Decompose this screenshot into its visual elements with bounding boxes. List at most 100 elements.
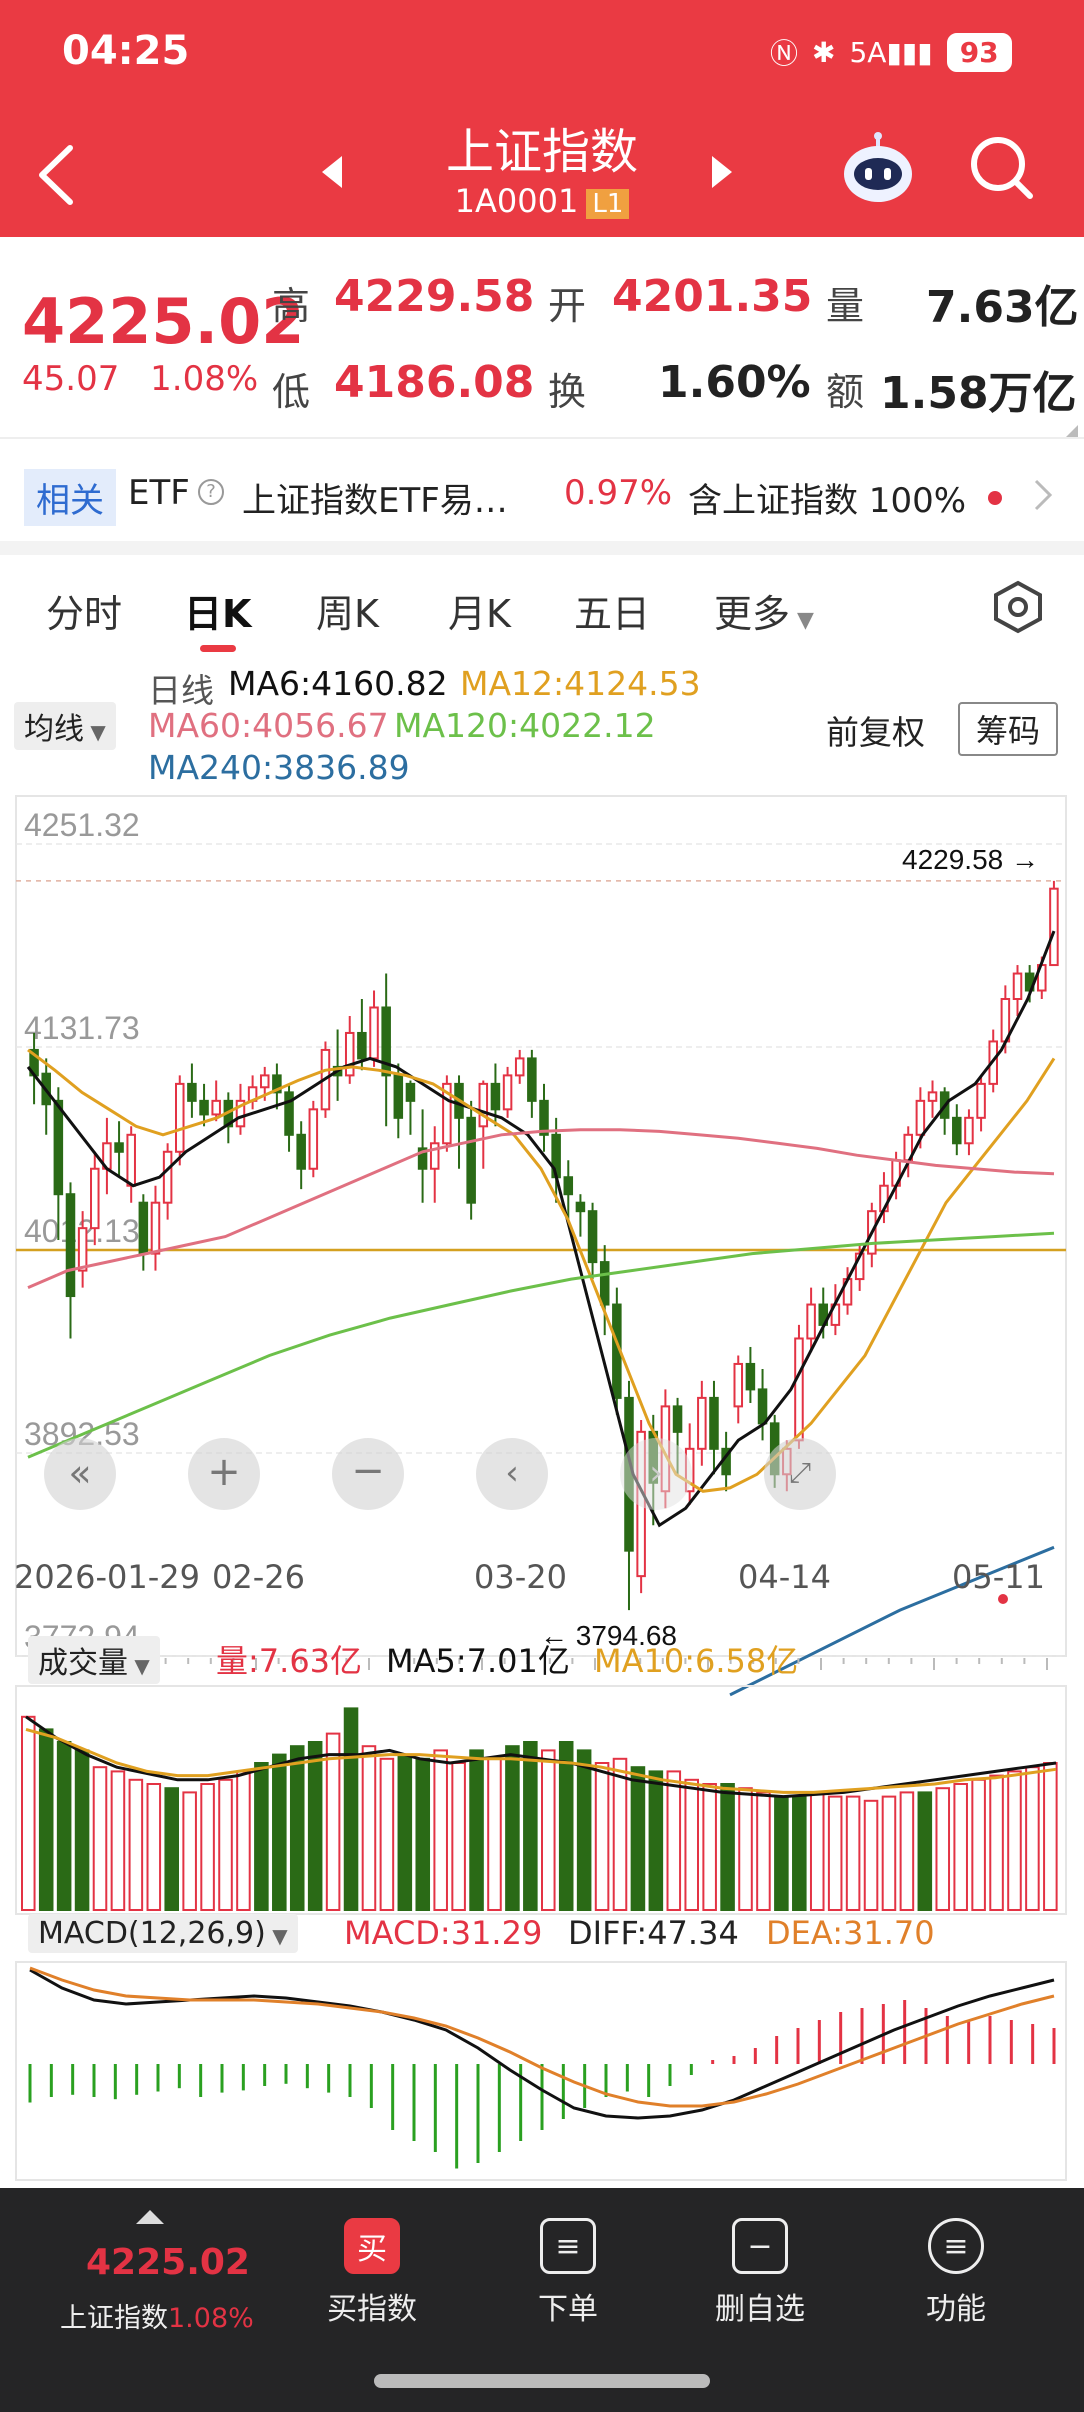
volume-bar	[576, 1749, 592, 1912]
volume-bar	[594, 1762, 610, 1911]
date-tick-2: 03-20	[474, 1558, 567, 1596]
candle-body	[794, 1337, 804, 1442]
scroll-left-icon[interactable]: ‹	[476, 1438, 548, 1510]
volume-bar	[666, 1770, 682, 1912]
candle-body	[308, 1108, 319, 1170]
volume-bar	[863, 1799, 879, 1911]
robot-assistant-icon[interactable]	[838, 128, 918, 208]
candle-body	[502, 1074, 513, 1111]
volume-bar	[1043, 1762, 1058, 1911]
volume-bar	[56, 1741, 72, 1911]
signal-icon: 5A▮▮▮	[849, 35, 933, 69]
volume-select[interactable]: 成交量 ▼	[28, 1636, 160, 1684]
volume-bar	[343, 1707, 359, 1912]
candle-body	[575, 1201, 586, 1213]
candle-body	[65, 1193, 76, 1298]
volume-bar	[200, 1783, 215, 1911]
ma-select[interactable]: 均线 ▼	[14, 702, 116, 750]
scroll-right-icon[interactable]: ›	[620, 1438, 692, 1510]
volume-bar	[809, 1791, 825, 1911]
zoom-in-icon[interactable]: +	[188, 1438, 260, 1510]
volume-bar	[146, 1783, 162, 1911]
volume-chart[interactable]	[0, 1684, 1084, 1920]
tab-monthly-k[interactable]: 月K	[448, 583, 511, 638]
macd-select[interactable]: MACD(12,26,9) ▼	[28, 1914, 298, 1953]
high-label: 高	[272, 284, 311, 328]
next-stock-button[interactable]	[706, 152, 736, 192]
volume-bar	[218, 1778, 233, 1911]
place-order-button[interactable]: ≡ 下单	[498, 2218, 638, 2328]
zoom-out-icon[interactable]: −	[332, 1438, 404, 1510]
open-label: 开	[548, 284, 587, 328]
volume-bar	[630, 1766, 646, 1911]
low-value: 4186.08	[334, 357, 535, 408]
stock-code: 1A0001 L1	[0, 182, 1084, 220]
candle-body	[1012, 972, 1023, 1001]
buy-icon: 买	[344, 2218, 400, 2274]
candle-body	[697, 1396, 707, 1450]
volume-bar	[236, 1770, 251, 1912]
volume-bar	[164, 1787, 179, 1911]
volume-bar	[289, 1745, 305, 1912]
macd-chart[interactable]	[0, 1960, 1084, 2184]
candle-body	[672, 1405, 683, 1433]
volume-bar	[702, 1783, 717, 1911]
volume-bar	[469, 1749, 484, 1912]
turnover-value: 1.60%	[658, 357, 811, 408]
adjust-select[interactable]: 前复权	[826, 706, 925, 754]
tab-more[interactable]: 更多 ▼	[714, 583, 814, 638]
candle-body	[952, 1116, 962, 1145]
fullscreen-icon[interactable]: ⤢	[764, 1438, 836, 1510]
scroll-left-fast-icon[interactable]: «	[44, 1438, 116, 1510]
bluetooth-icon: ✱	[812, 35, 836, 69]
related-etf-bar[interactable]: 相关 ETF ? 上证指数ETF易… 0.97% 含上证指数 100%	[0, 437, 1084, 541]
help-icon[interactable]: ?	[198, 479, 224, 505]
volume-bar	[738, 1787, 753, 1911]
volume-bar	[558, 1741, 574, 1911]
expand-up-icon[interactable]	[136, 2210, 164, 2224]
ma120-label: MA120:4022.12	[394, 706, 656, 745]
candle-body	[369, 1006, 379, 1060]
volume-bar	[989, 1774, 1004, 1911]
candle-body	[490, 1082, 501, 1111]
candle-body	[199, 1099, 209, 1116]
tab-daily-k[interactable]: 日K	[184, 583, 251, 638]
volume-bar	[523, 1741, 538, 1911]
candle-body	[150, 1201, 161, 1255]
search-icon[interactable]	[966, 132, 1036, 204]
functions-button[interactable]: ≡ 功能	[886, 2218, 1026, 2328]
kline-chart-panel: 日线 MA6:4160.82 MA12:4124.53 均线 ▼ MA60:40…	[0, 660, 1084, 2188]
volume-value-label: 量:7.63亿	[216, 1642, 363, 1680]
settings-icon[interactable]	[990, 579, 1046, 635]
macd-diff-label: DIFF:47.34	[568, 1914, 739, 1952]
buy-index-button[interactable]: 买 买指数	[302, 2218, 442, 2328]
volume-bar	[128, 1778, 144, 1911]
volume-bar	[415, 1757, 431, 1911]
candle-body	[90, 1167, 100, 1230]
nfc-icon: Ⓝ	[770, 37, 799, 70]
volume-label: 量	[826, 284, 865, 328]
tab-weekly-k[interactable]: 周K	[316, 583, 379, 638]
etf-name: 上证指数ETF易…	[242, 481, 508, 521]
candle-body	[211, 1099, 221, 1116]
volume-bar	[899, 1791, 915, 1911]
expand-corner-icon[interactable]	[1062, 425, 1078, 437]
chart-frame	[15, 795, 1067, 1657]
candle-body	[393, 1074, 404, 1119]
home-indicator	[374, 2374, 710, 2388]
volume-bar	[971, 1778, 986, 1911]
quote-panel: 4225.02 45.07 1.08% 高 4229.58 开 4201.35 …	[0, 237, 1084, 437]
candle-body	[745, 1362, 756, 1391]
etf-holding: 含上证指数 100%	[688, 481, 967, 521]
tab-five-day[interactable]: 五日	[574, 583, 650, 638]
date-tick-0: 2026-01-29	[14, 1558, 200, 1596]
remove-watchlist-button[interactable]: − 删自选	[690, 2218, 830, 2328]
document-icon: ≡	[540, 2218, 596, 2274]
tab-intraday[interactable]: 分时	[46, 583, 122, 638]
volume-value: 7.63亿	[926, 282, 1079, 333]
volume-bar	[648, 1770, 664, 1912]
chips-button[interactable]: 筹码	[958, 702, 1059, 756]
chevron-right-icon[interactable]	[1032, 477, 1054, 513]
candle-body	[915, 1099, 926, 1136]
candle-body	[466, 1116, 476, 1204]
